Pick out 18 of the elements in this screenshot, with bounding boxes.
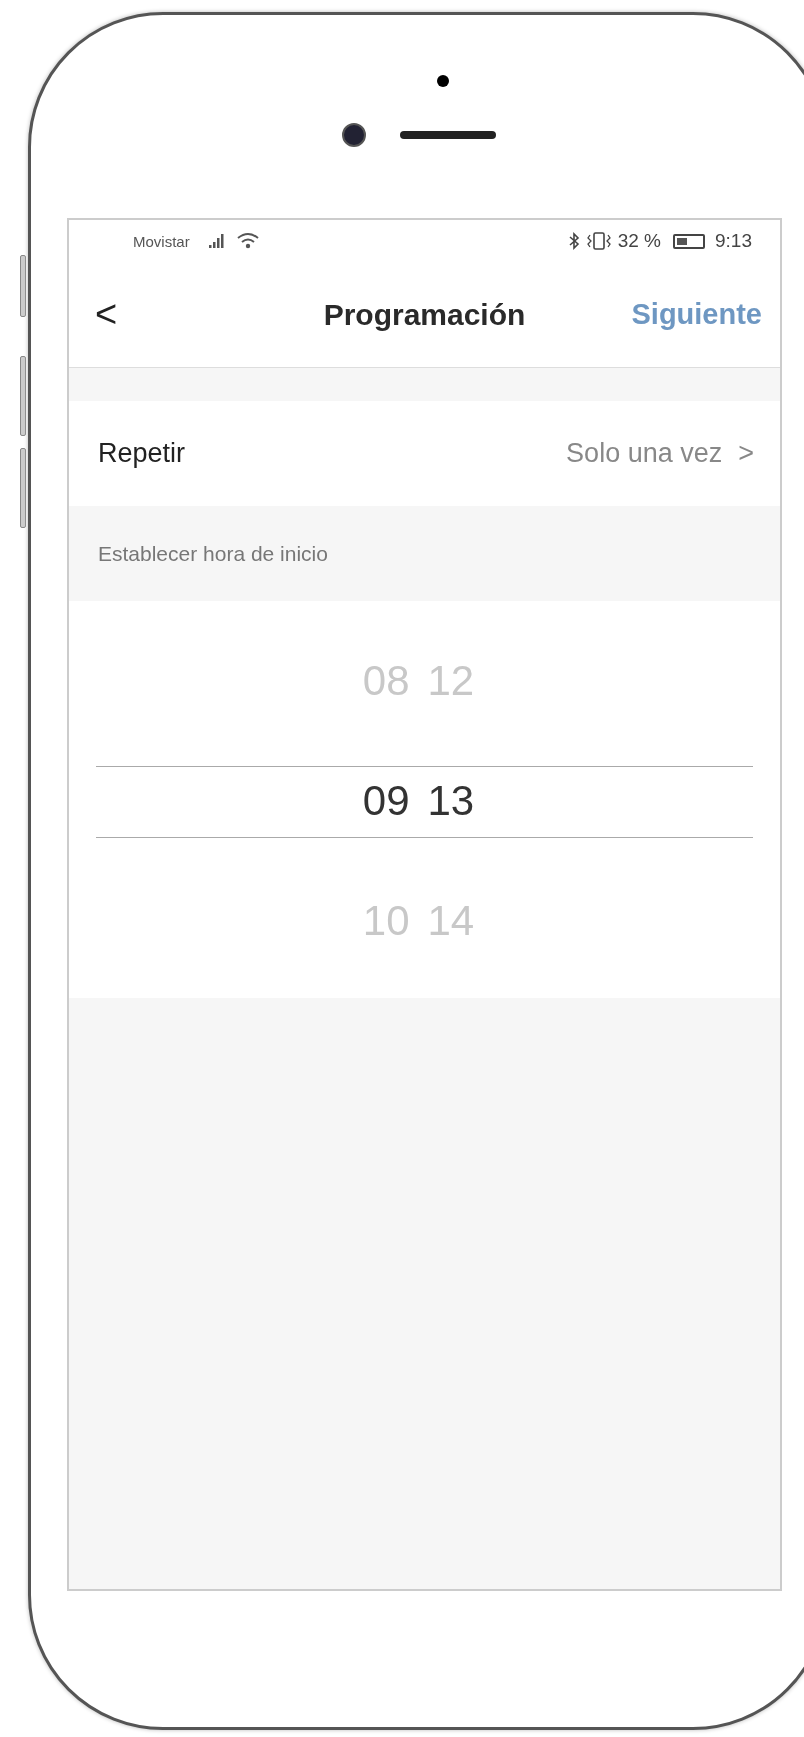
sensor-dot <box>437 75 449 87</box>
screen-title: Programación <box>323 297 526 332</box>
carrier-name: Movistar <box>133 232 190 250</box>
wifi-icon <box>235 232 260 250</box>
repeat-label: Repetir <box>98 438 186 469</box>
hour-option[interactable]: 09 <box>362 777 410 825</box>
battery-percent: 32 % <box>617 230 661 252</box>
repeat-row[interactable]: Repetir Solo una vez > <box>69 401 780 506</box>
back-button[interactable]: < <box>95 293 118 336</box>
clock-time: 9:13 <box>715 230 752 252</box>
section-label: Establecer hora de inicio <box>97 540 329 567</box>
repeat-value: Solo una vez <box>566 438 723 469</box>
minute-option[interactable]: 13 <box>427 777 475 825</box>
camera-icon <box>342 123 366 147</box>
vibrate-icon <box>585 231 612 251</box>
battery-icon <box>673 233 705 249</box>
bluetooth-icon <box>567 232 580 250</box>
chevron-icon: > <box>738 438 754 469</box>
